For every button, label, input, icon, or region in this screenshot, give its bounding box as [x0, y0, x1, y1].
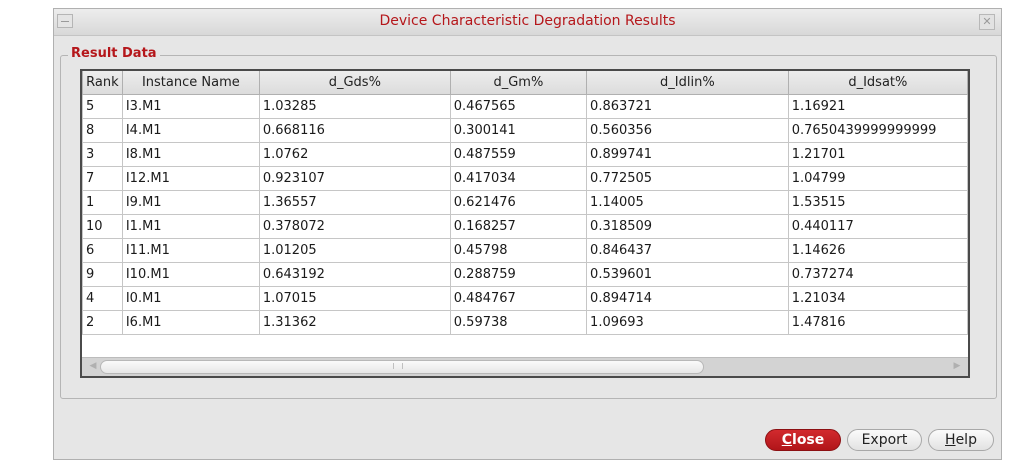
cell-rank: 1: [82, 190, 123, 215]
cell-d-idsat: 1.21701: [787, 142, 968, 167]
cell-d-idlin: 0.539601: [586, 262, 789, 287]
cell-rank: 8: [82, 118, 123, 143]
cell-d-idsat: 0.440117: [787, 214, 968, 239]
cell-d-idsat: 1.47816: [787, 310, 968, 335]
window-close-icon[interactable]: ✕: [979, 14, 995, 30]
cell-d-idlin: 0.899741: [586, 142, 789, 167]
cell-instance-name: I0.M1: [121, 286, 260, 311]
close-mnemonic: C: [781, 432, 793, 448]
cell-d-gds: 0.923107: [258, 166, 451, 191]
help-button[interactable]: Help: [928, 429, 994, 451]
cell-rank: 9: [82, 262, 123, 287]
cell-instance-name: I9.M1: [121, 190, 260, 215]
cell-d-idlin: 0.894714: [586, 286, 789, 311]
window-title: Device Characteristic Degradation Result…: [379, 13, 676, 29]
help-mnemonic: H: [945, 432, 956, 448]
cell-instance-name: I12.M1: [121, 166, 260, 191]
table-row[interactable]: 6 I11.M1 1.01205 0.45798 0.846437 1.14626: [82, 238, 968, 263]
cell-instance-name: I6.M1: [121, 310, 260, 335]
column-header-d-gds[interactable]: d_Gds%: [258, 71, 451, 95]
close-label: lose: [792, 432, 825, 448]
cell-d-gm: 0.288759: [449, 262, 588, 287]
cell-d-idsat: 1.16921: [787, 94, 968, 119]
table-row[interactable]: 3 I8.M1 1.0762 0.487559 0.899741 1.21701: [82, 142, 968, 167]
cell-d-idlin: 1.14005: [586, 190, 789, 215]
table-row[interactable]: 1 I9.M1 1.36557 0.621476 1.14005 1.53515: [82, 190, 968, 215]
title-bar[interactable]: Device Characteristic Degradation Result…: [54, 9, 1001, 36]
arrow-left-icon[interactable]: ◀: [86, 360, 100, 373]
cell-d-idlin: 0.772505: [586, 166, 789, 191]
cell-d-gm: 0.300141: [449, 118, 588, 143]
cell-d-gds: 1.07015: [258, 286, 451, 311]
close-button[interactable]: Close: [765, 429, 841, 451]
cell-d-idlin: 0.318509: [586, 214, 789, 239]
cell-d-gds: 1.03285: [258, 94, 451, 119]
cell-d-idsat: 1.04799: [787, 166, 968, 191]
column-header-rank[interactable]: Rank: [82, 71, 123, 95]
table-row[interactable]: 7 I12.M1 0.923107 0.417034 0.772505 1.04799: [82, 166, 968, 191]
horizontal-scrollbar[interactable]: ◀ ▶: [82, 357, 968, 376]
group-label: Result Data: [68, 46, 160, 61]
cell-d-gds: 1.0762: [258, 142, 451, 167]
cell-d-gds: 1.36557: [258, 190, 451, 215]
table-body: 5 I3.M1 1.03285 0.467565 0.863721 1.16921 8 I4.…: [82, 94, 968, 335]
cell-d-gds: 0.643192: [258, 262, 451, 287]
cell-d-gds: 1.01205: [258, 238, 451, 263]
table-header-row: Rank Instance Name d_Gds% d_Gm% d_Idlin% d_Id…: [82, 71, 968, 95]
cell-instance-name: I10.M1: [121, 262, 260, 287]
results-table: Rank Instance Name d_Gds% d_Gm% d_Idlin% d_Id…: [82, 71, 968, 335]
cell-d-idsat: 1.14626: [787, 238, 968, 263]
scrollbar-thumb[interactable]: [100, 360, 704, 374]
table-row[interactable]: 9 I10.M1 0.643192 0.288759 0.539601 0.737274: [82, 262, 968, 287]
column-header-d-idsat[interactable]: d_Idsat%: [787, 71, 968, 95]
cell-instance-name: I1.M1: [121, 214, 260, 239]
cell-d-gds: 0.378072: [258, 214, 451, 239]
cell-d-idsat: 0.7650439999999999: [787, 118, 968, 143]
cell-d-gm: 0.467565: [449, 94, 588, 119]
table-row[interactable]: 8 I4.M1 0.668116 0.300141 0.560356 0.76504399…: [82, 118, 968, 143]
table-row[interactable]: 5 I3.M1 1.03285 0.467565 0.863721 1.16921: [82, 94, 968, 119]
cell-d-gm: 0.487559: [449, 142, 588, 167]
table-row[interactable]: 2 I6.M1 1.31362 0.59738 1.09693 1.47816: [82, 310, 968, 335]
column-header-instance-name[interactable]: Instance Name: [121, 71, 260, 95]
cell-instance-name: I11.M1: [121, 238, 260, 263]
cell-d-gds: 1.31362: [258, 310, 451, 335]
cell-d-gds: 0.668116: [258, 118, 451, 143]
cell-d-gm: 0.417034: [449, 166, 588, 191]
cell-d-idsat: 0.737274: [787, 262, 968, 287]
cell-d-gm: 0.45798: [449, 238, 588, 263]
table-row[interactable]: 10 I1.M1 0.378072 0.168257 0.318509 0.440117: [82, 214, 968, 239]
cell-rank: 10: [82, 214, 123, 239]
help-label: elp: [955, 432, 977, 448]
cell-instance-name: I8.M1: [121, 142, 260, 167]
cell-d-idsat: 1.53515: [787, 190, 968, 215]
cell-d-gm: 0.168257: [449, 214, 588, 239]
cell-d-idlin: 0.560356: [586, 118, 789, 143]
cell-d-idsat: 1.21034: [787, 286, 968, 311]
cell-rank: 7: [82, 166, 123, 191]
cell-d-idlin: 1.09693: [586, 310, 789, 335]
cell-rank: 3: [82, 142, 123, 167]
grip-icon: [393, 363, 403, 369]
cell-d-idlin: 0.863721: [586, 94, 789, 119]
cell-d-gm: 0.484767: [449, 286, 588, 311]
column-header-d-gm[interactable]: d_Gm%: [449, 71, 588, 95]
table-row[interactable]: 4 I0.M1 1.07015 0.484767 0.894714 1.21034: [82, 286, 968, 311]
results-dialog: Device Characteristic Degradation Result…: [53, 8, 1002, 460]
cell-instance-name: I4.M1: [121, 118, 260, 143]
export-button[interactable]: Export: [847, 429, 922, 451]
column-header-d-idlin[interactable]: d_Idlin%: [586, 71, 789, 95]
cell-d-gm: 0.621476: [449, 190, 588, 215]
cell-rank: 6: [82, 238, 123, 263]
cell-rank: 2: [82, 310, 123, 335]
cell-d-idlin: 0.846437: [586, 238, 789, 263]
cell-rank: 4: [82, 286, 123, 311]
cell-rank: 5: [82, 94, 123, 119]
cell-d-gm: 0.59738: [449, 310, 588, 335]
cell-instance-name: I3.M1: [121, 94, 260, 119]
arrow-right-icon[interactable]: ▶: [950, 360, 964, 373]
results-table-frame: Rank Instance Name d_Gds% d_Gm% d_Idlin% d_Id…: [80, 69, 970, 378]
